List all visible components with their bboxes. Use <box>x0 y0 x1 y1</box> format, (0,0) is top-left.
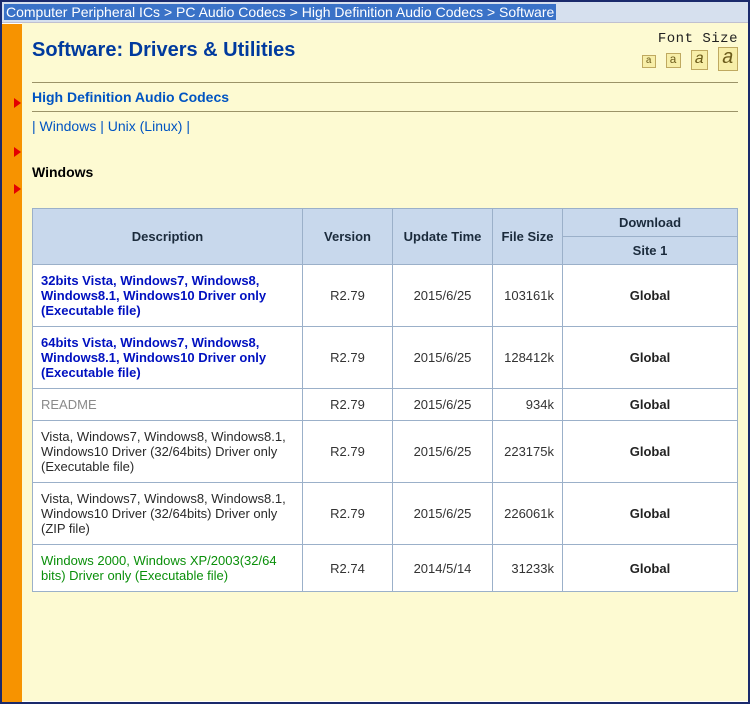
section-link[interactable]: High Definition Audio Codecs <box>32 89 229 105</box>
table-row: 32bits Vista, Windows7, Windows8, Window… <box>33 265 738 327</box>
font-size-s-button[interactable]: a <box>666 53 681 68</box>
os-nav: | Windows | Unix (Linux) | <box>32 118 738 134</box>
cell-version: R2.79 <box>303 327 393 389</box>
download-description-link[interactable]: Vista, Windows7, Windows8, Windows8.1, W… <box>41 429 286 474</box>
cell-version: R2.74 <box>303 545 393 592</box>
table-row: Vista, Windows7, Windows8, Windows8.1, W… <box>33 483 738 545</box>
download-site-link[interactable]: Global <box>630 561 670 576</box>
cell-update-time: 2014/5/14 <box>393 545 493 592</box>
cell-file-size: 226061k <box>493 483 563 545</box>
th-version: Version <box>303 209 393 265</box>
chevron-right-icon[interactable] <box>14 184 21 194</box>
cell-file-size: 103161k <box>493 265 563 327</box>
divider <box>32 82 738 83</box>
cell-update-time: 2015/6/25 <box>393 421 493 483</box>
cell-update-time: 2015/6/25 <box>393 327 493 389</box>
cell-file-size: 128412k <box>493 327 563 389</box>
os-nav-unix[interactable]: Unix (Linux) <box>108 118 183 134</box>
cell-version: R2.79 <box>303 483 393 545</box>
download-site-link[interactable]: Global <box>630 288 670 303</box>
breadcrumb-item[interactable]: Software <box>499 4 554 20</box>
th-description: Description <box>33 209 303 265</box>
cell-update-time: 2015/6/25 <box>393 483 493 545</box>
os-heading: Windows <box>32 164 738 180</box>
download-description-link[interactable]: 64bits Vista, Windows7, Windows8, Window… <box>41 335 266 380</box>
breadcrumb-item[interactable]: PC Audio Codecs <box>176 4 286 20</box>
cell-file-size: 934k <box>493 389 563 421</box>
th-file-size: File Size <box>493 209 563 265</box>
os-nav-windows[interactable]: Windows <box>40 118 97 134</box>
cell-version: R2.79 <box>303 389 393 421</box>
chevron-right-icon[interactable] <box>14 98 21 108</box>
cell-version: R2.79 <box>303 421 393 483</box>
download-description-link[interactable]: Vista, Windows7, Windows8, Windows8.1, W… <box>41 491 286 536</box>
table-row: Vista, Windows7, Windows8, Windows8.1, W… <box>33 421 738 483</box>
th-update-time: Update Time <box>393 209 493 265</box>
cell-update-time: 2015/6/25 <box>393 265 493 327</box>
page-title: Software: Drivers & Utilities <box>32 39 295 62</box>
font-size-control: Font Size a a a a <box>640 31 738 71</box>
cell-version: R2.79 <box>303 265 393 327</box>
download-site-link[interactable]: Global <box>630 397 670 412</box>
sidebar-accent <box>2 24 22 702</box>
cell-file-size: 223175k <box>493 421 563 483</box>
breadcrumb-item[interactable]: Computer Peripheral ICs <box>6 4 160 20</box>
breadcrumb-item[interactable]: High Definition Audio Codecs <box>302 4 483 20</box>
download-description-link[interactable]: Windows 2000, Windows XP/2003(32/64 bits… <box>41 553 277 583</box>
download-description-link[interactable]: README <box>41 397 97 412</box>
download-description-link[interactable]: 32bits Vista, Windows7, Windows8, Window… <box>41 273 266 318</box>
font-size-label: Font Size <box>640 31 738 47</box>
th-site1: Site 1 <box>563 237 738 265</box>
breadcrumb-highlight[interactable]: Computer Peripheral ICs > PC Audio Codec… <box>4 4 556 20</box>
download-site-link[interactable]: Global <box>630 444 670 459</box>
font-size-xl-button[interactable]: a <box>718 47 738 71</box>
download-site-link[interactable]: Global <box>630 506 670 521</box>
divider <box>32 111 738 112</box>
table-row: 64bits Vista, Windows7, Windows8, Window… <box>33 327 738 389</box>
font-size-l-button[interactable]: a <box>691 50 709 70</box>
cell-update-time: 2015/6/25 <box>393 389 493 421</box>
table-row: README R2.792015/6/25934k Global <box>33 389 738 421</box>
chevron-right-icon[interactable] <box>14 147 21 157</box>
main-content: Software: Drivers & Utilities Font Size … <box>22 23 748 701</box>
cell-file-size: 31233k <box>493 545 563 592</box>
th-download: Download <box>563 209 738 237</box>
downloads-table: Description Version Update Time File Siz… <box>32 208 738 592</box>
table-row: Windows 2000, Windows XP/2003(32/64 bits… <box>33 545 738 592</box>
font-size-xs-button[interactable]: a <box>642 55 656 68</box>
breadcrumb: Computer Peripheral ICs > PC Audio Codec… <box>2 2 748 23</box>
download-site-link[interactable]: Global <box>630 350 670 365</box>
